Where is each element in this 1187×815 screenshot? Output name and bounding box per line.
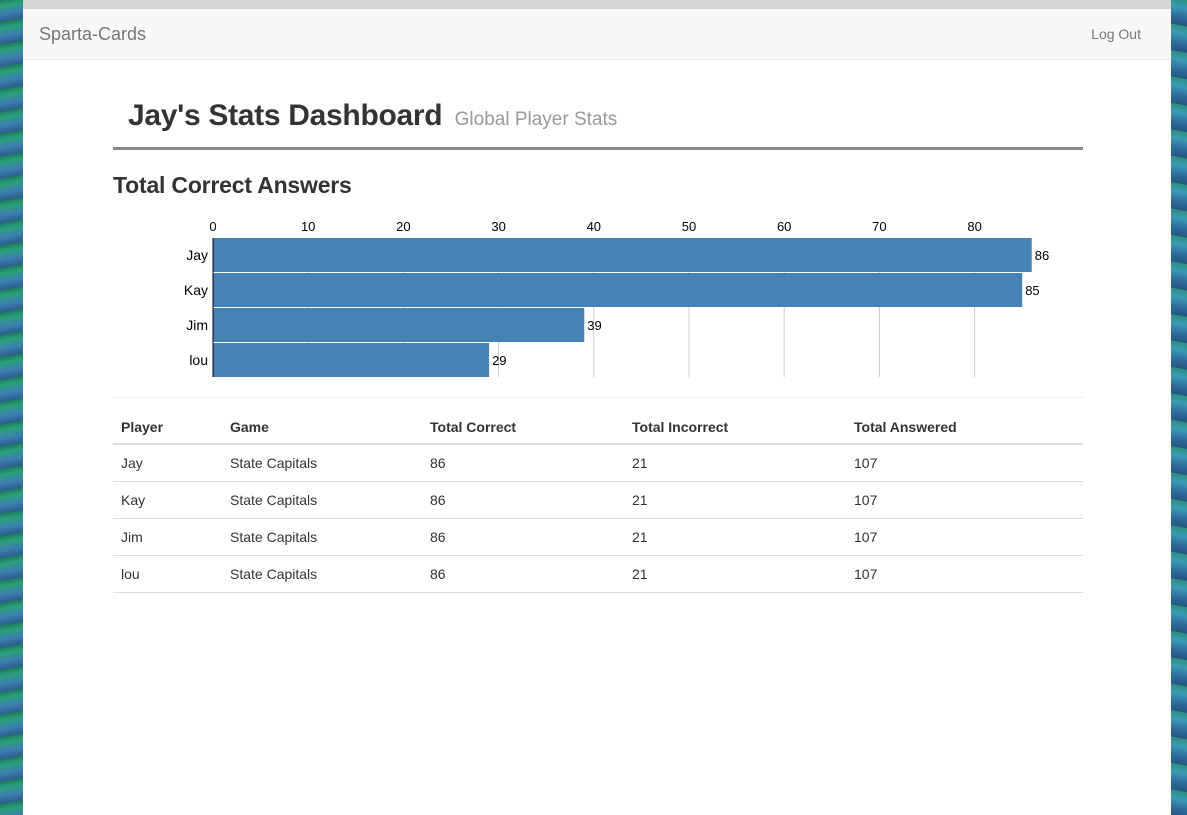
cell-player: Jay	[113, 444, 222, 482]
cell-player: Kay	[113, 481, 222, 519]
cell-total-incorrect: 21	[624, 481, 846, 519]
divider	[113, 397, 1083, 398]
category-label: lou	[189, 352, 208, 368]
bar	[213, 273, 1023, 307]
value-label: 85	[1025, 283, 1039, 298]
table-row: lou State Capitals 86 21 107	[113, 555, 1083, 593]
table-row: Kay State Capitals 86 21 107	[113, 481, 1083, 519]
bar	[213, 238, 1032, 272]
cell-total-answered: 107	[846, 518, 1083, 556]
cell-player: lou	[113, 555, 222, 593]
x-tick-label: 50	[682, 219, 696, 234]
cell-game: State Capitals	[222, 555, 422, 593]
table-row: Jay State Capitals 86 21 107	[113, 444, 1083, 482]
cell-total-incorrect: 21	[624, 444, 846, 482]
value-label: 86	[1035, 248, 1049, 263]
cell-game: State Capitals	[222, 481, 422, 519]
page-title-text: Jay's Stats Dashboard	[128, 99, 443, 132]
header-total-answered: Total Answered	[846, 407, 1083, 445]
x-tick-label: 60	[777, 219, 791, 234]
value-label: 39	[587, 318, 601, 333]
section-title-text: Total Correct Answers	[113, 172, 352, 198]
page-header: Jay's Stats Dashboard Global Player Stat…	[113, 99, 1083, 150]
cell-total-answered: 107	[846, 481, 1083, 519]
page-title: Jay's Stats Dashboard Global Player Stat…	[128, 99, 617, 132]
x-tick-label: 10	[301, 219, 315, 234]
cell-game: State Capitals	[222, 444, 422, 482]
page-subtitle: Global Player Stats	[454, 109, 618, 130]
cell-player: Jim	[113, 518, 222, 556]
x-tick-label: 70	[872, 219, 886, 234]
x-tick-label: 30	[491, 219, 505, 234]
cell-total-answered: 107	[846, 444, 1083, 482]
category-label: Kay	[184, 282, 208, 298]
value-label: 29	[492, 353, 506, 368]
cell-total-incorrect: 21	[624, 555, 846, 593]
header-game: Game	[222, 407, 422, 445]
x-tick-label: 0	[209, 219, 216, 234]
section-title: Total Correct Answers	[113, 172, 1083, 199]
cell-total-correct: 86	[422, 555, 624, 593]
correct-answers-bar-chart: 0 10 20 30 40 50 60 70 80 Jay 86 Kay 85 Jim 39 lou 29	[184, 219, 1049, 377]
x-tick-label: 20	[396, 219, 410, 234]
stats-table: Player Game Total Correct Total Incorrec…	[113, 407, 1083, 593]
header-total-incorrect: Total Incorrect	[624, 407, 846, 445]
brand-link[interactable]: Sparta-Cards	[39, 24, 146, 45]
navbar: Sparta-Cards Log Out	[23, 9, 1171, 60]
cell-total-correct: 86	[422, 518, 624, 556]
cell-total-incorrect: 21	[624, 518, 846, 556]
main-content: Jay's Stats Dashboard Global Player Stat…	[113, 59, 1083, 593]
category-label: Jay	[186, 247, 208, 263]
browser-window: Sparta-Cards Log Out Jay's Stats Dashboa…	[23, 9, 1171, 815]
desktop-background-left	[0, 0, 23, 815]
cell-total-correct: 86	[422, 481, 624, 519]
bar	[213, 343, 490, 377]
x-tick-label: 80	[967, 219, 981, 234]
header-total-correct: Total Correct	[422, 407, 624, 445]
table-header-row: Player Game Total Correct Total Incorrec…	[113, 407, 1083, 445]
category-label: Jim	[186, 317, 208, 333]
header-player: Player	[113, 407, 222, 445]
desktop-background-right	[1171, 0, 1187, 815]
logout-link[interactable]: Log Out	[1091, 26, 1141, 42]
x-tick-label: 40	[587, 219, 601, 234]
bar	[213, 308, 585, 342]
cell-total-answered: 107	[846, 555, 1083, 593]
cell-total-correct: 86	[422, 444, 624, 482]
table-row: Jim State Capitals 86 21 107	[113, 518, 1083, 556]
cell-game: State Capitals	[222, 518, 422, 556]
